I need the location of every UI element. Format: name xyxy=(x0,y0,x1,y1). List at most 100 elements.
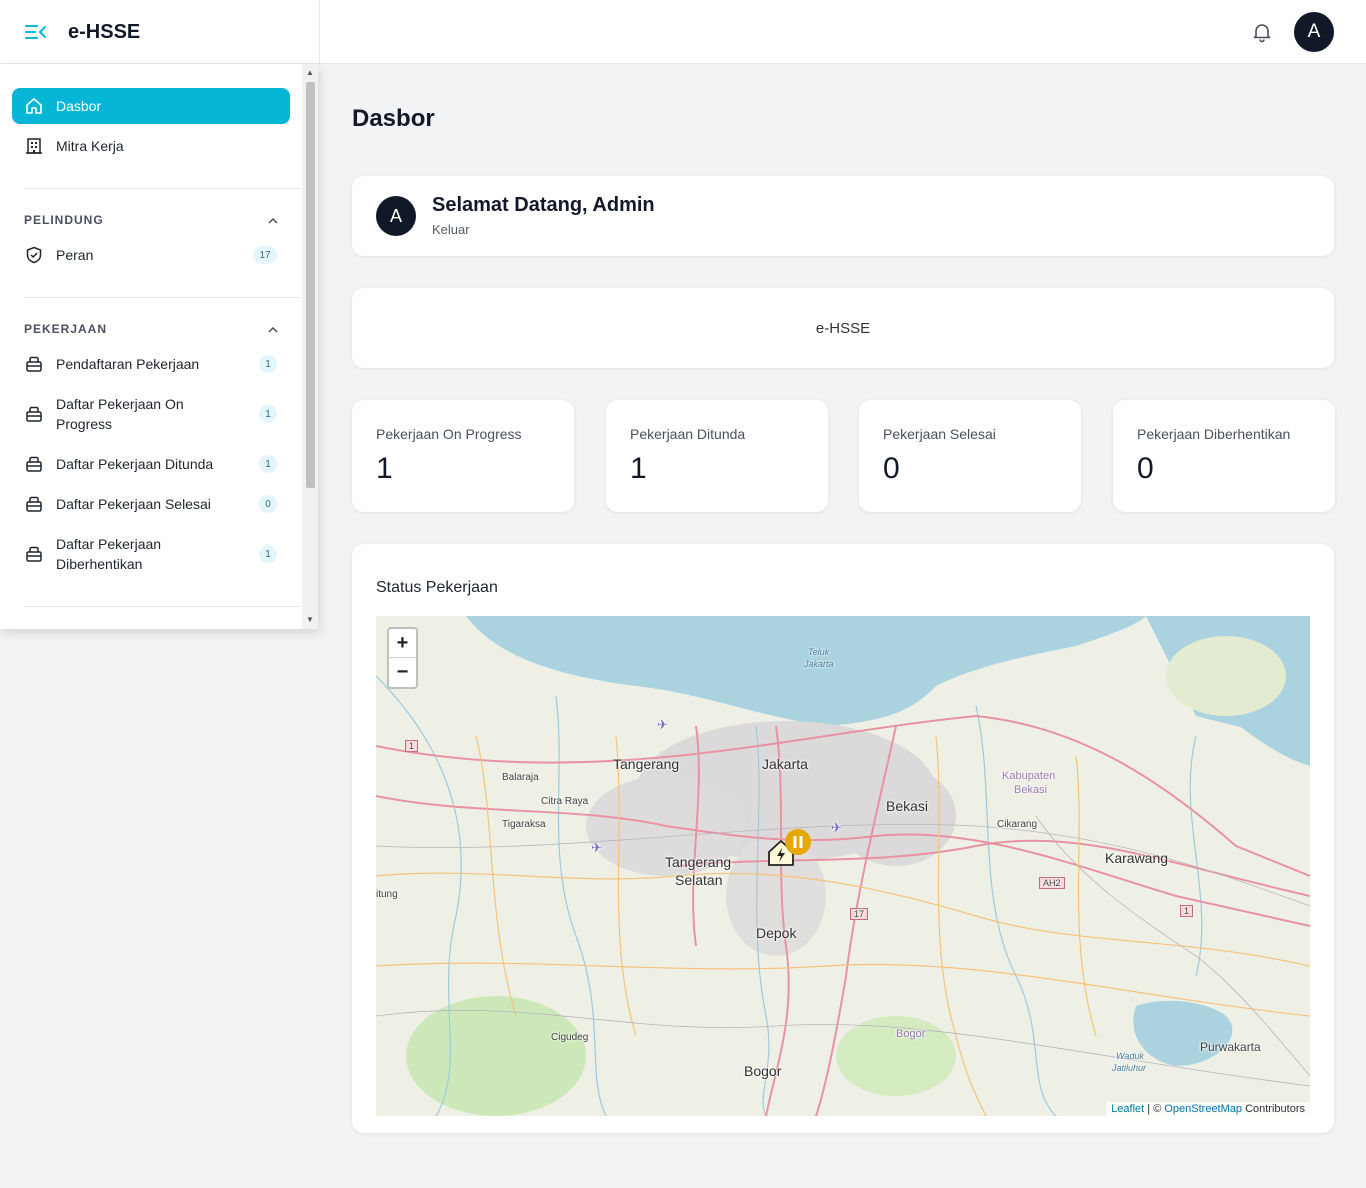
map-label-bekasi: Bekasi xyxy=(886,798,929,814)
map-label-depok: Depok xyxy=(756,925,797,941)
sidebar-item-pendaftaran-pekerjaan[interactable]: Pendaftaran Pekerjaan 1 xyxy=(12,354,290,374)
briefcase-icon xyxy=(24,454,44,474)
count-badge: 1 xyxy=(259,455,277,473)
section-title: PEKERJAAN xyxy=(24,322,108,336)
divider xyxy=(24,297,301,298)
map-attribution: Leaflet | © OpenStreetMap Contributors xyxy=(1106,1102,1310,1116)
route-shield: 17 xyxy=(850,908,869,920)
map-label-jakarta: Jakarta xyxy=(762,756,808,772)
airport-icon: ✈ xyxy=(591,840,602,855)
stat-value: 1 xyxy=(630,452,647,485)
sidebar-item-diberhentikan[interactable]: Daftar Pekerjaan Diberhentikan 1 xyxy=(12,534,290,574)
briefcase-icon xyxy=(24,404,44,424)
shield-icon xyxy=(24,245,44,265)
chevron-up-icon xyxy=(268,322,278,336)
attribution-contributors: Contributors xyxy=(1242,1103,1305,1115)
sidebar-item-label: Dasbor xyxy=(56,98,102,114)
stat-label: Pekerjaan On Progress xyxy=(376,426,522,442)
stat-value: 0 xyxy=(1137,452,1154,485)
sidebar-scrollbar[interactable]: ▲ ▼ xyxy=(302,64,318,629)
sidebar-item-selesai[interactable]: Daftar Pekerjaan Selesai 0 xyxy=(12,494,290,514)
map-label-itung: itung xyxy=(376,889,398,900)
logout-link[interactable]: Keluar xyxy=(432,222,470,237)
briefcase-icon xyxy=(24,544,44,564)
divider xyxy=(24,188,301,189)
map-tiles xyxy=(376,616,1310,1116)
scroll-up-arrow-icon[interactable]: ▲ xyxy=(305,68,315,78)
brand-area: e-HSSE xyxy=(0,0,320,64)
map-label-teluk-jakarta: Teluk xyxy=(808,647,830,657)
airport-icon: ✈ xyxy=(657,717,668,732)
map[interactable]: Tangerang Jakarta Bekasi Tangerang Selat… xyxy=(376,616,1310,1116)
sidebar-item-label: Daftar Pekerjaan Diberhentikan xyxy=(56,536,162,572)
map-label-citra-raya: Citra Raya xyxy=(541,796,589,807)
user-avatar[interactable]: A xyxy=(1294,12,1334,52)
section-title: PELINDUNG xyxy=(24,213,104,227)
route-shield: 1 xyxy=(1180,905,1194,917)
airport-icon: ✈ xyxy=(831,820,842,835)
map-label-kabupaten-bekasi-2: Bekasi xyxy=(1014,784,1048,796)
sidebar-item-label: Pendaftaran Pekerjaan xyxy=(56,356,200,372)
map-card: Status Pekerjaan Tangerang Jakarta Bekas… xyxy=(352,544,1334,1133)
stat-label: Pekerjaan Diberhentikan xyxy=(1137,426,1291,442)
count-badge: 17 xyxy=(253,246,277,264)
leaflet-link[interactable]: Leaflet xyxy=(1111,1103,1144,1115)
divider xyxy=(24,606,301,607)
stat-value: 1 xyxy=(376,452,393,485)
scroll-thumb[interactable] xyxy=(306,82,315,488)
map-label-waduk-jatiluhur-2: Jatiluhur xyxy=(1112,1063,1147,1073)
sidebar-item-on-progress[interactable]: Daftar Pekerjaan On Progress 1 xyxy=(12,394,290,434)
page-title: Dasbor xyxy=(352,105,435,132)
count-badge: 1 xyxy=(259,545,277,563)
map-label-cikarang: Cikarang xyxy=(997,819,1038,830)
sidebar-item-dasbor[interactable]: Dasbor xyxy=(12,88,290,124)
avatar: A xyxy=(376,196,416,236)
map-label-tigaraksa: Tigaraksa xyxy=(502,819,546,830)
count-badge: 0 xyxy=(259,495,277,513)
top-bar: e-HSSE A xyxy=(0,0,1366,64)
sidebar-item-mitra-kerja[interactable]: Mitra Kerja xyxy=(12,136,290,156)
welcome-title: Selamat Datang, Admin xyxy=(432,194,655,216)
map-label-bogor-regency: Bogor xyxy=(896,1028,926,1040)
route-shield: 1 xyxy=(405,740,419,752)
app-name: e-HSSE xyxy=(68,20,141,43)
sidebar-item-peran[interactable]: Peran 17 xyxy=(12,245,290,265)
zoom-in-button[interactable]: + xyxy=(389,629,416,658)
map-title: Status Pekerjaan xyxy=(376,579,498,596)
openstreetmap-link[interactable]: OpenStreetMap xyxy=(1164,1103,1242,1115)
menu-collapse-icon[interactable] xyxy=(24,20,48,44)
app-name-text: e-HSSE xyxy=(815,319,871,337)
stat-label: Pekerjaan Ditunda xyxy=(630,426,746,442)
map-zoom-control: + − xyxy=(387,627,418,689)
map-label-teluk-jakarta-2: Jakarta xyxy=(804,659,834,669)
sidebar-item-label: Daftar Pekerjaan Selesai xyxy=(56,496,211,512)
sidebar-item-label: Daftar Pekerjaan On Progress xyxy=(56,396,184,432)
zoom-out-button[interactable]: − xyxy=(389,658,416,687)
map-label-tangerang-selatan: Tangerang xyxy=(665,854,732,870)
stat-card-ditunda: Pekerjaan Ditunda 1 xyxy=(606,400,828,512)
briefcase-icon xyxy=(24,494,44,514)
building-icon xyxy=(24,136,44,156)
map-label-tangerang: Tangerang xyxy=(613,756,680,772)
sidebar: Dasbor Mitra Kerja PELINDUNG Peran 17 PE… xyxy=(0,64,318,629)
section-pelindung-toggle[interactable]: PELINDUNG xyxy=(24,213,278,227)
stat-value: 0 xyxy=(883,452,900,485)
map-label-cigudeg: Cigudeg xyxy=(551,1032,589,1043)
briefcase-icon xyxy=(24,354,44,374)
chevron-up-icon xyxy=(268,213,278,227)
welcome-card: A Selamat Datang, Admin Keluar xyxy=(352,176,1334,256)
map-label-bogor: Bogor xyxy=(744,1063,782,1079)
route-shield: AH2 xyxy=(1039,877,1065,889)
section-pekerjaan-toggle[interactable]: PEKERJAAN xyxy=(24,322,278,336)
app-name-card: e-HSSE xyxy=(352,288,1334,368)
bell-icon[interactable] xyxy=(1250,20,1274,44)
count-badge: 1 xyxy=(259,405,277,423)
home-icon xyxy=(24,96,44,116)
scroll-down-arrow-icon[interactable]: ▼ xyxy=(305,615,315,625)
map-label-purwakarta: Purwakarta xyxy=(1200,1040,1261,1054)
map-label-waduk-jatiluhur: Waduk xyxy=(1116,1051,1144,1061)
sidebar-item-label: Daftar Pekerjaan Ditunda xyxy=(56,456,214,472)
sidebar-item-ditunda[interactable]: Daftar Pekerjaan Ditunda 1 xyxy=(12,454,290,474)
count-badge: 1 xyxy=(259,355,277,373)
sidebar-item-label: Mitra Kerja xyxy=(56,138,124,154)
